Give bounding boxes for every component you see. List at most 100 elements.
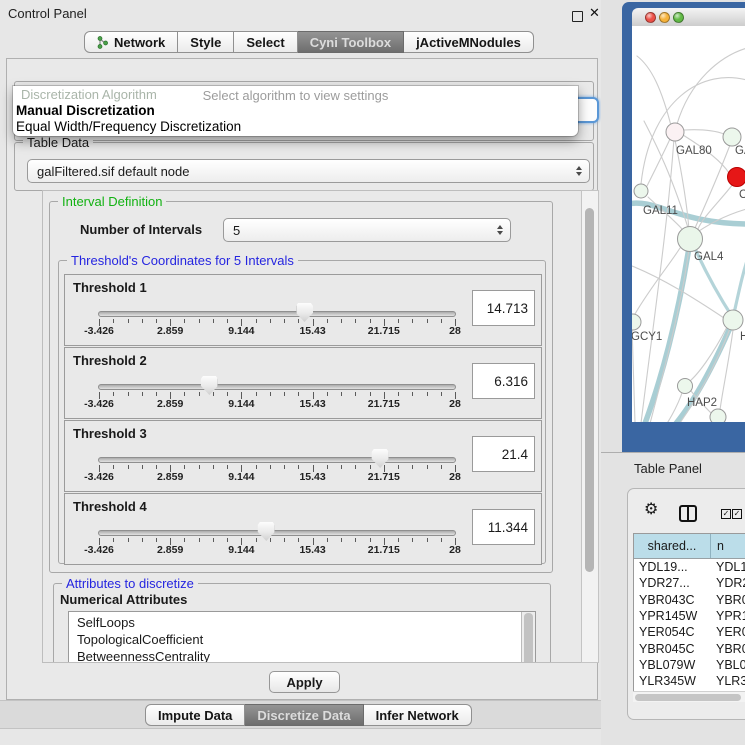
network-window-titlebar[interactable] — [632, 8, 745, 27]
table-cell[interactable]: YPR145W — [634, 609, 710, 623]
table-cell[interactable]: YBR045C — [634, 642, 710, 656]
table-column-header[interactable]: n — [711, 534, 745, 558]
network-edge[interactable] — [684, 130, 724, 134]
popup-item-manual[interactable]: Manual Discretization — [16, 103, 155, 118]
network-edge[interactable] — [677, 48, 745, 124]
zoom-traffic-light[interactable] — [673, 12, 684, 23]
slider-tick — [156, 319, 157, 323]
network-node[interactable] — [723, 128, 741, 146]
network-node[interactable] — [710, 409, 726, 422]
threshold-value-field[interactable]: 11.344 — [472, 509, 535, 545]
gear-icon[interactable]: ⚙ — [644, 502, 658, 518]
table-cell[interactable]: YBR0 — [710, 642, 745, 656]
table-cell[interactable]: YBL079W — [634, 658, 710, 672]
table-cell[interactable]: YBL0 — [710, 658, 745, 672]
network-node[interactable] — [634, 184, 648, 198]
tab-network[interactable]: Network — [84, 31, 178, 53]
table-cell[interactable]: YDL1 — [710, 560, 745, 574]
table-row[interactable]: YDR27...YDR2 — [634, 575, 745, 591]
network-edge[interactable] — [695, 145, 730, 228]
tab-cyni-toolbox[interactable]: Cyni Toolbox — [298, 31, 404, 53]
apply-button[interactable]: Apply — [269, 671, 340, 693]
network-node[interactable] — [678, 227, 703, 252]
slider-tick — [128, 319, 129, 323]
slider-tick-label: 15.43 — [299, 544, 325, 556]
table-row[interactable]: YBR045CYBR0 — [634, 640, 745, 656]
tab-label: Cyni Toolbox — [310, 35, 391, 50]
table-row[interactable]: YPR145WYPR1 — [634, 608, 745, 624]
attribute-list-item[interactable]: TopologicalCoefficient — [69, 631, 535, 648]
network-node[interactable] — [723, 310, 743, 330]
slider-tick-label: -3.426 — [84, 398, 114, 410]
slider-tick — [113, 538, 114, 542]
popup-placeholder-item[interactable]: Select algorithm to view settings — [13, 88, 578, 103]
threshold-value-field[interactable]: 6.316 — [472, 363, 535, 399]
table-cell[interactable]: YPR1 — [710, 609, 745, 623]
table-data-combo[interactable]: galFiltered.sif default node — [27, 159, 590, 183]
tab-style[interactable]: Style — [178, 31, 234, 53]
threshold-slider-track[interactable] — [98, 384, 456, 390]
table-horizontal-scrollbar[interactable] — [633, 691, 745, 702]
settings-scrollbar[interactable] — [581, 190, 599, 663]
table-cell[interactable]: YDL19... — [634, 560, 710, 574]
table-row[interactable]: YER054CYER0 — [634, 624, 745, 640]
table-cell[interactable]: YER054C — [634, 625, 710, 639]
network-edge[interactable] — [647, 139, 670, 186]
network-edge[interactable] — [635, 248, 680, 314]
mode-tab-infer-network[interactable]: Infer Network — [364, 704, 472, 726]
table-cell[interactable]: YER0 — [710, 625, 745, 639]
threshold-slider-thumb[interactable] — [372, 449, 389, 468]
tab-jactivemnodules[interactable]: jActiveMNodules — [404, 31, 534, 53]
table-cell[interactable]: YLR3 — [710, 674, 745, 688]
slider-tick — [213, 319, 214, 323]
table-cell[interactable]: YBR0 — [710, 593, 745, 607]
close-icon[interactable]: ✕ — [589, 5, 600, 21]
float-icon[interactable] — [572, 11, 583, 22]
network-edge-highlighted[interactable] — [733, 252, 745, 318]
threshold-slider-track[interactable] — [98, 311, 456, 317]
numerical-attributes-list[interactable]: SelfLoopsTopologicalCoefficientBetweenne… — [68, 611, 536, 663]
checkbox-icon[interactable]: ✓ — [732, 509, 742, 519]
table-column-header[interactable]: shared... — [634, 534, 711, 558]
threshold-slider-track[interactable] — [98, 530, 456, 536]
attribute-list-item[interactable]: BetweennessCentrality — [69, 648, 535, 663]
right-column: GAL80GACGAL11GAL4GCY1HHAP2 Table Panel ⚙… — [601, 0, 745, 745]
mode-tab-impute-data[interactable]: Impute Data — [145, 704, 245, 726]
interval-definition-group: Interval Definition Number of Intervals … — [49, 201, 553, 573]
columns-icon[interactable] — [679, 505, 697, 522]
tab-select[interactable]: Select — [234, 31, 297, 53]
slider-tick — [270, 392, 271, 396]
slider-tick-label: 15.43 — [299, 398, 325, 410]
table-cell[interactable]: YDR27... — [634, 576, 710, 590]
table-cell[interactable]: YBR043C — [634, 593, 710, 607]
mode-tab-discretize-data[interactable]: Discretize Data — [245, 704, 363, 726]
table-row[interactable]: YDL19...YDL1 — [634, 559, 745, 575]
table-row[interactable]: YBL079WYBL0 — [634, 657, 745, 673]
list-scrollbar[interactable] — [521, 612, 535, 663]
table-cell[interactable]: YLR345W — [634, 674, 710, 688]
network-node[interactable] — [678, 379, 693, 394]
threshold-slider-track[interactable] — [98, 457, 456, 463]
table-cell[interactable]: YDR2 — [710, 576, 745, 590]
network-node[interactable] — [632, 314, 641, 330]
popup-item-equal-width[interactable]: Equal Width/Frequency Discretization — [16, 119, 241, 134]
table-row[interactable]: YLR345WYLR3 — [634, 673, 745, 689]
slider-tick — [412, 319, 413, 323]
close-traffic-light[interactable] — [645, 12, 656, 23]
checkbox-icon[interactable]: ✓ — [721, 509, 731, 519]
network-edge[interactable] — [637, 138, 674, 422]
network-node-label: GAL4 — [694, 251, 724, 263]
threshold-value-field[interactable]: 21.4 — [472, 436, 535, 472]
thresholds-group-title: Threshold's Coordinates for 5 Intervals — [67, 253, 298, 268]
minimize-traffic-light[interactable] — [659, 12, 670, 23]
network-node[interactable] — [666, 123, 684, 141]
threshold-slider-thumb[interactable] — [201, 376, 218, 395]
threshold-value-field[interactable]: 14.713 — [472, 290, 535, 326]
table-row[interactable]: YBR043CYBR0 — [634, 592, 745, 608]
attribute-list-item[interactable]: SelfLoops — [69, 614, 535, 631]
network-node[interactable] — [728, 168, 745, 187]
threshold-slider-thumb[interactable] — [258, 522, 275, 541]
number-of-intervals-combo[interactable]: 5 — [223, 218, 511, 242]
algorithm-popup: Discretization Algorithm Select algorith… — [13, 86, 578, 136]
network-canvas[interactable]: GAL80GACGAL11GAL4GCY1HHAP2 — [632, 26, 745, 422]
